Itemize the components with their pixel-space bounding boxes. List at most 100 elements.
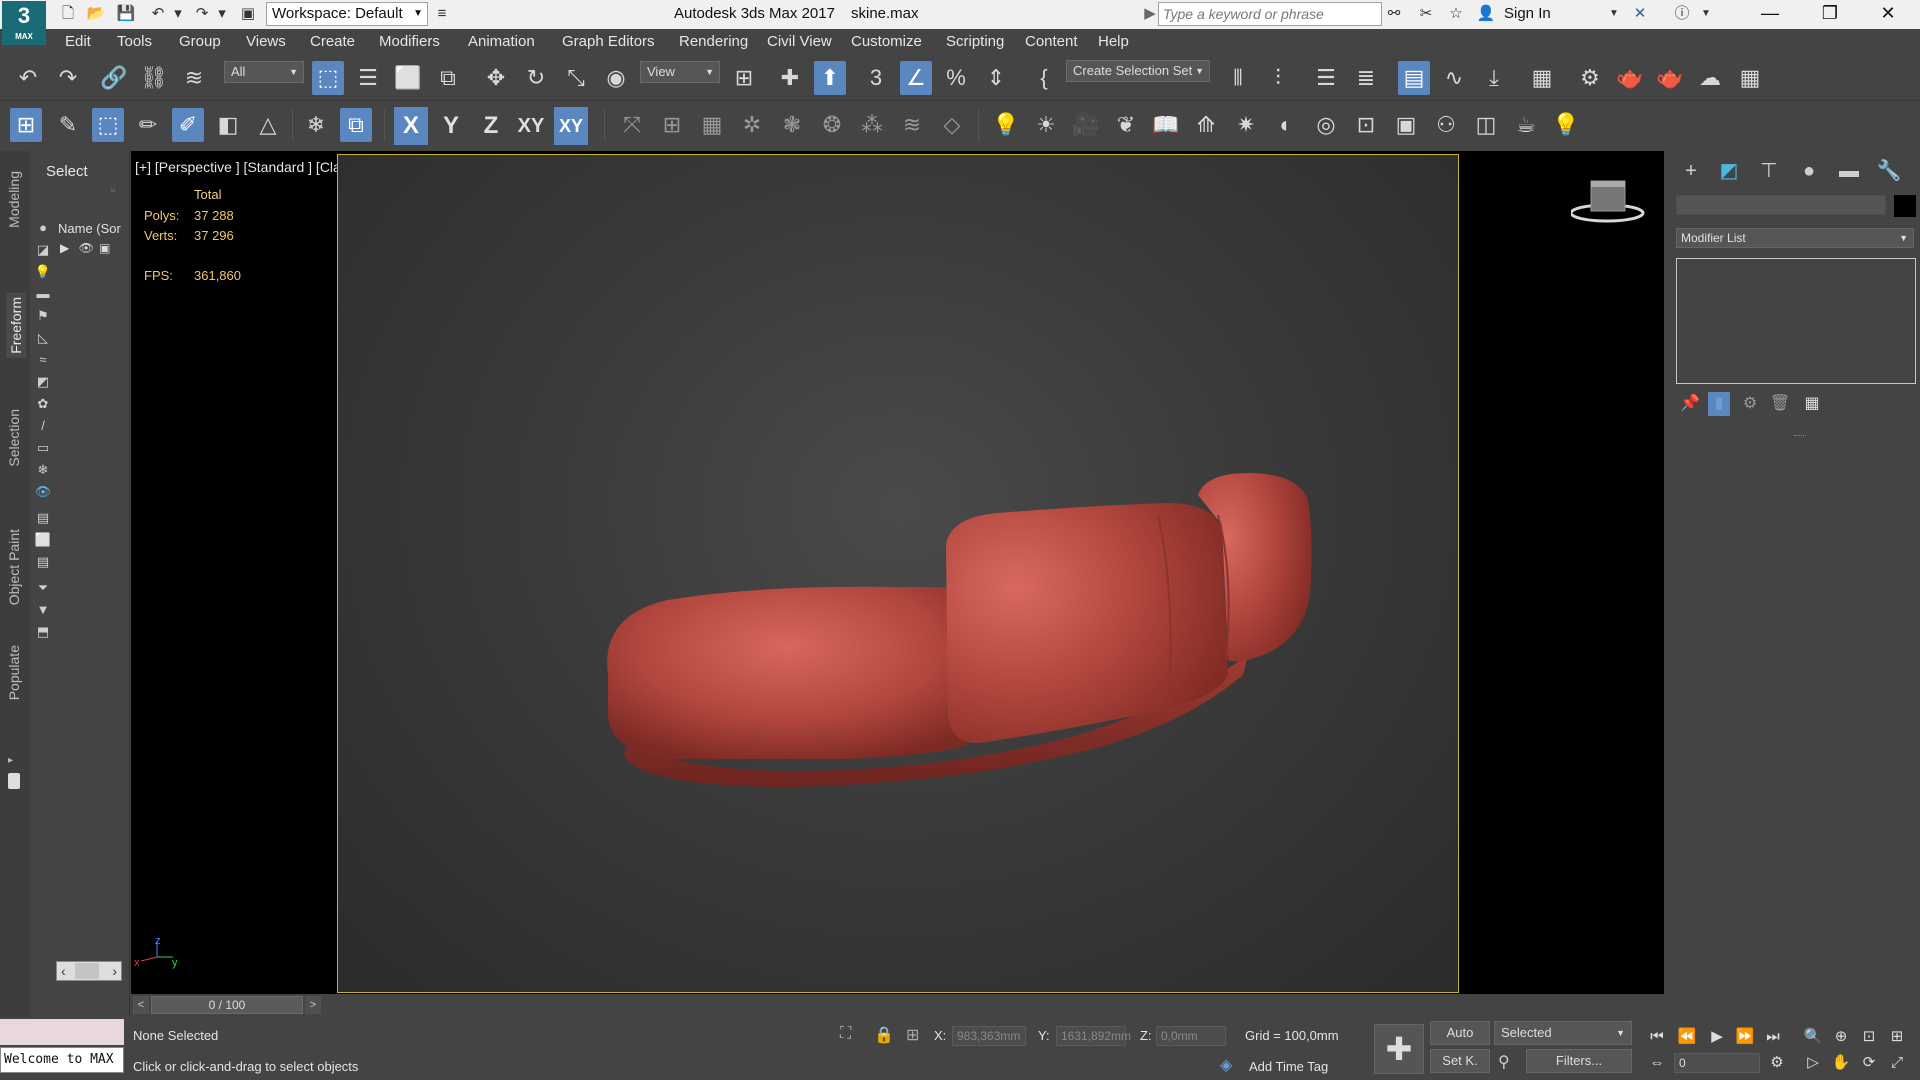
expand-icon[interactable]: ▶: [60, 241, 69, 255]
a360-gallery-icon[interactable]: ▦: [1734, 61, 1766, 95]
display-none-toggle-icon[interactable]: ⬜: [34, 531, 52, 549]
selection-filter-dropdown[interactable]: All ▼: [224, 61, 304, 83]
rendered-frame-window-icon[interactable]: 🫖: [1614, 61, 1646, 95]
key-mode-icon[interactable]: ⚲: [1498, 1052, 1510, 1072]
rectangular-selection-icon[interactable]: ⬜: [392, 61, 424, 95]
sign-in-dropdown-icon[interactable]: ▼: [1604, 5, 1624, 23]
bulb-outline-icon[interactable]: 💡: [1550, 108, 1582, 142]
remove-modifier-icon[interactable]: 🗑: [1768, 392, 1792, 416]
display-lights-icon[interactable]: ▬: [34, 285, 52, 303]
sign-in-link[interactable]: Sign In: [1504, 5, 1551, 22]
save-icon[interactable]: 💾: [116, 5, 136, 23]
time-slider-next-icon[interactable]: >: [305, 996, 321, 1014]
select-by-name-icon[interactable]: ☰: [352, 61, 384, 95]
open-file-icon[interactable]: 📂: [86, 5, 106, 23]
axis-z-button[interactable]: Z: [474, 107, 508, 145]
utilities-tab-icon[interactable]: 🔧: [1874, 157, 1904, 185]
previous-frame-icon[interactable]: ⏪: [1676, 1026, 1698, 1048]
angle-snap-icon[interactable]: ∠: [900, 61, 932, 95]
menu-graph-editors[interactable]: Graph Editors: [562, 33, 655, 50]
tab-populate[interactable]: Populate: [6, 645, 22, 700]
tab-modeling[interactable]: Modeling: [6, 171, 22, 228]
teapot-icon[interactable]: ☕: [1510, 108, 1542, 142]
help-icon[interactable]: ⓘ: [1672, 5, 1692, 23]
collapse-icon[interactable]: »: [110, 185, 116, 196]
modeling-tool-icon[interactable]: ⬚: [92, 108, 124, 142]
set-key-big-icon[interactable]: ✚: [1374, 1024, 1424, 1074]
keyboard-shortcut-override-icon[interactable]: ⬆: [814, 61, 846, 95]
binoculars-icon[interactable]: ⚯: [1384, 5, 1404, 23]
display-hidden-icon[interactable]: 👁: [34, 483, 52, 501]
mirror-icon[interactable]: ⫴: [1222, 61, 1254, 95]
safe-frame-icon[interactable]: ⊡: [1350, 108, 1382, 142]
exchange-apps-icon[interactable]: ✕: [1630, 5, 1650, 23]
modifier-stack[interactable]: [1676, 258, 1916, 384]
exposure-icon[interactable]: ◎: [1310, 108, 1342, 142]
app-logo-icon[interactable]: 3 MAX: [2, 1, 46, 45]
tab-freeform[interactable]: Freeform: [6, 293, 26, 358]
redo-icon[interactable]: ↷: [52, 61, 84, 95]
population-icon[interactable]: ⚇: [1430, 108, 1462, 142]
absolute-mode-icon[interactable]: ⊞: [906, 1025, 919, 1045]
eraser-icon[interactable]: ◇: [936, 108, 968, 142]
link-icon[interactable]: 🔗: [98, 61, 130, 95]
layers-stack-icon[interactable]: ≋: [896, 108, 928, 142]
menu-rendering[interactable]: Rendering: [679, 33, 748, 50]
new-file-icon[interactable]: 🗋: [58, 5, 78, 23]
curve-editor-icon[interactable]: ∿: [1438, 61, 1470, 95]
time-tag-icon[interactable]: ◈: [1220, 1055, 1232, 1075]
paint-select-icon[interactable]: ✎: [52, 108, 84, 142]
workspace-dropdown[interactable]: Workspace: Default ▼: [266, 2, 428, 26]
hierarchy-tab-icon[interactable]: ⊤: [1754, 157, 1784, 185]
menu-scripting[interactable]: Scripting: [946, 33, 1004, 50]
display-frozen-icon[interactable]: ❄: [34, 461, 52, 479]
sofa-model[interactable]: [338, 155, 1459, 993]
book-icon[interactable]: 📖: [1150, 108, 1182, 142]
display-groups-icon[interactable]: ◩: [34, 373, 52, 391]
angle-tool-icon[interactable]: △: [252, 108, 284, 142]
particle-system-icon[interactable]: ❃: [776, 108, 808, 142]
place-icon[interactable]: ◉: [600, 61, 632, 95]
key-mode-toggle-icon[interactable]: ⇔: [1646, 1052, 1668, 1074]
restore-button[interactable]: ❐: [1802, 0, 1858, 29]
set-key-button[interactable]: Set K.: [1430, 1049, 1490, 1073]
freeze-icon[interactable]: ❄: [300, 108, 332, 142]
pin-stack-icon[interactable]: 📌: [1678, 392, 1702, 416]
customize-qat-icon[interactable]: ≡: [432, 5, 452, 23]
undo-dropdown-icon[interactable]: ▾: [168, 5, 188, 23]
subscription-icon[interactable]: ✂: [1416, 5, 1436, 23]
named-selection-dropdown[interactable]: Create Selection Set ▼: [1066, 60, 1210, 82]
funnel-icon[interactable]: ▼: [34, 601, 52, 619]
make-unique-icon[interactable]: ⚙: [1738, 392, 1762, 416]
expand-search-icon[interactable]: ▶: [1140, 5, 1160, 23]
axis-y-button[interactable]: Y: [434, 107, 468, 145]
motion-tab-icon[interactable]: ●: [1794, 157, 1824, 185]
visibility-eye-icon[interactable]: 👁: [79, 241, 94, 255]
field-of-view-icon[interactable]: ▷: [1802, 1052, 1824, 1074]
project-folder-icon[interactable]: ▣: [238, 5, 258, 23]
pan-icon[interactable]: ✋: [1830, 1052, 1852, 1074]
close-button[interactable]: ✕: [1860, 0, 1916, 29]
shapes-icon[interactable]: ◧: [212, 108, 244, 142]
rotate-icon[interactable]: ↻: [520, 61, 552, 95]
undo-icon[interactable]: ↶: [148, 5, 168, 23]
edit-tool-icon[interactable]: ✏: [132, 108, 164, 142]
create-tab-icon[interactable]: +: [1676, 157, 1706, 185]
edit-named-selection-icon[interactable]: {: [1028, 61, 1060, 95]
cage-display-icon[interactable]: ◫: [1470, 108, 1502, 142]
axis-x-button[interactable]: X: [394, 107, 428, 145]
favorites-star-icon[interactable]: ☆: [1446, 5, 1466, 23]
x-coord-field[interactable]: 983,363mm: [952, 1026, 1026, 1046]
viewport[interactable]: [+] [Perspective ] [Standard ] [Clay ] T…: [131, 151, 1664, 994]
viewcube-icon[interactable]: [1571, 173, 1651, 233]
undo-icon[interactable]: ↶: [12, 61, 44, 95]
reference-coordinate-dropdown[interactable]: View ▼: [640, 61, 720, 83]
filters-button[interactable]: Filters...: [1526, 1049, 1632, 1073]
light-bulb-icon[interactable]: 💡: [990, 108, 1022, 142]
axis-xy-button[interactable]: XY: [514, 107, 548, 145]
snaps-toggle-icon[interactable]: 3: [860, 61, 892, 95]
add-time-tag-button[interactable]: Add Time Tag: [1249, 1059, 1328, 1074]
selection-lock-icon[interactable]: 🔒: [874, 1025, 894, 1045]
render-frame-icon[interactable]: ▣: [1390, 108, 1422, 142]
object-name-field[interactable]: [1676, 195, 1886, 215]
